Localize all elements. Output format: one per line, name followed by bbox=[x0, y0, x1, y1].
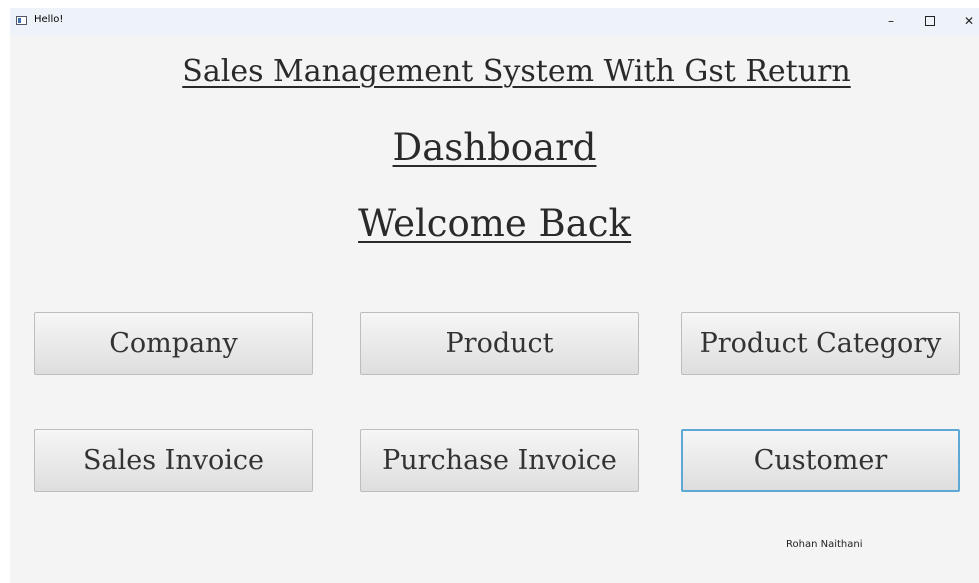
app-window-icon bbox=[16, 16, 27, 25]
company-button[interactable]: Company bbox=[34, 312, 313, 375]
maximize-button[interactable] bbox=[911, 8, 949, 34]
customer-button[interactable]: Customer bbox=[681, 429, 960, 492]
close-button[interactable]: ✕ bbox=[950, 8, 979, 34]
title-bar[interactable]: Hello! – ✕ bbox=[10, 8, 979, 36]
window-title: Hello! bbox=[34, 14, 64, 25]
close-icon: ✕ bbox=[963, 14, 975, 28]
product-category-button[interactable]: Product Category bbox=[681, 312, 960, 375]
minimize-button[interactable]: – bbox=[872, 8, 910, 34]
app-window: Hello! – ✕ Sales Management System With … bbox=[10, 8, 979, 583]
maximize-icon bbox=[925, 16, 935, 26]
product-button[interactable]: Product bbox=[360, 312, 639, 375]
purchase-invoice-button[interactable]: Purchase Invoice bbox=[360, 429, 639, 492]
minimize-icon: – bbox=[888, 14, 894, 28]
welcome-heading: Welcome Back bbox=[358, 202, 631, 245]
author-credit: Rohan Naithani bbox=[786, 539, 863, 550]
page-title: Dashboard bbox=[392, 126, 597, 169]
sales-invoice-button[interactable]: Sales Invoice bbox=[34, 429, 313, 492]
app-heading: Sales Management System With Gst Return bbox=[182, 54, 851, 89]
